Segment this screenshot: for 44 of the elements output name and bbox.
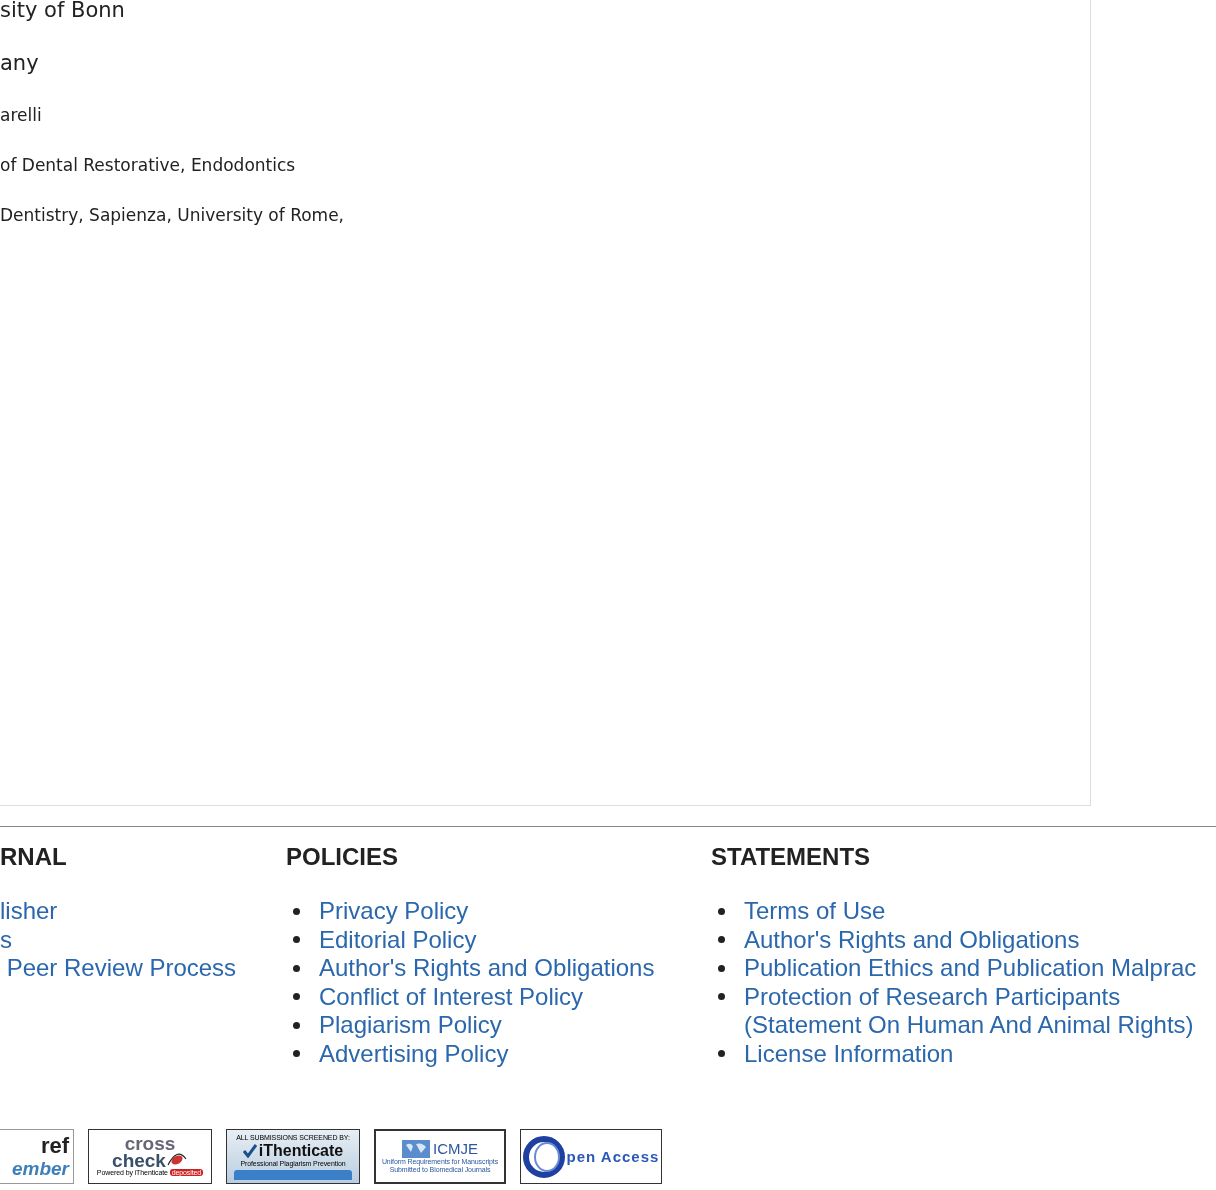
bullet-icon	[718, 1050, 725, 1058]
footer-link[interactable]: Protection of Research Participants (Statement On Human And Animal Rights)	[744, 982, 1216, 1040]
footer-link[interactable]: Author's Rights and Obligations	[744, 925, 1080, 954]
bullet-icon	[293, 907, 300, 915]
badge-text: pen Access	[566, 1148, 660, 1165]
badge-text: ref	[40, 1133, 69, 1158]
footer-link[interactable]: Advertising Policy	[319, 1039, 509, 1068]
bullet-icon	[718, 936, 725, 944]
footer-heading: STATEMENTS	[711, 843, 871, 871]
open-access-badge[interactable]: pen Access	[520, 1129, 662, 1184]
footer-link[interactable]: Editorial Policy	[319, 925, 477, 954]
bullet-icon	[293, 1050, 300, 1058]
footer-link[interactable]: Conflict of Interest Policy	[319, 982, 584, 1011]
footer-link[interactable]: Publication Ethics and Publication Malprac	[744, 954, 1197, 983]
affiliation-text: of Dental Restorative, Endodontics	[0, 154, 296, 176]
footer-link[interactable]: Peer Review Process	[0, 954, 237, 983]
affiliation-text: arelli	[0, 104, 42, 126]
bullet-icon	[718, 964, 725, 972]
footer-link[interactable]: License Information	[744, 1039, 954, 1068]
footer-heading: POLICIES	[286, 843, 399, 871]
footer-link[interactable]: Plagiarism Policy	[319, 1011, 502, 1040]
bullet-icon	[293, 993, 300, 1001]
badge-text: ember	[11, 1157, 69, 1180]
footer-link[interactable]: lisher	[0, 897, 58, 926]
badge-text: check	[112, 1152, 166, 1168]
footer-link[interactable]: Terms of Use	[744, 897, 886, 926]
crossref-badge[interactable]: ref ember	[0, 1129, 74, 1184]
bullet-icon	[293, 936, 300, 944]
checkmark-icon	[242, 1143, 257, 1158]
bullet-icon	[718, 907, 725, 915]
footer-link[interactable]: Author's Rights and Obligations	[319, 954, 655, 983]
footer-link[interactable]: s	[0, 925, 12, 954]
badge-text: iThenticate	[258, 1141, 344, 1160]
bullet-icon	[293, 1021, 300, 1029]
ring-icon	[522, 1134, 565, 1179]
bullet-icon	[293, 964, 300, 972]
affiliation-text: any	[0, 50, 39, 77]
affiliation-text: sity of Bonn	[0, 0, 125, 24]
footer-link[interactable]: Privacy Policy	[319, 897, 469, 926]
bullet-icon	[718, 993, 725, 1001]
affiliation-text: Dentistry, Sapienza, University of Rome,	[0, 204, 345, 226]
badge-text: cross	[124, 1136, 176, 1151]
footer-heading: RNAL	[0, 843, 67, 871]
badge-text: ICMJE	[433, 1140, 478, 1157]
